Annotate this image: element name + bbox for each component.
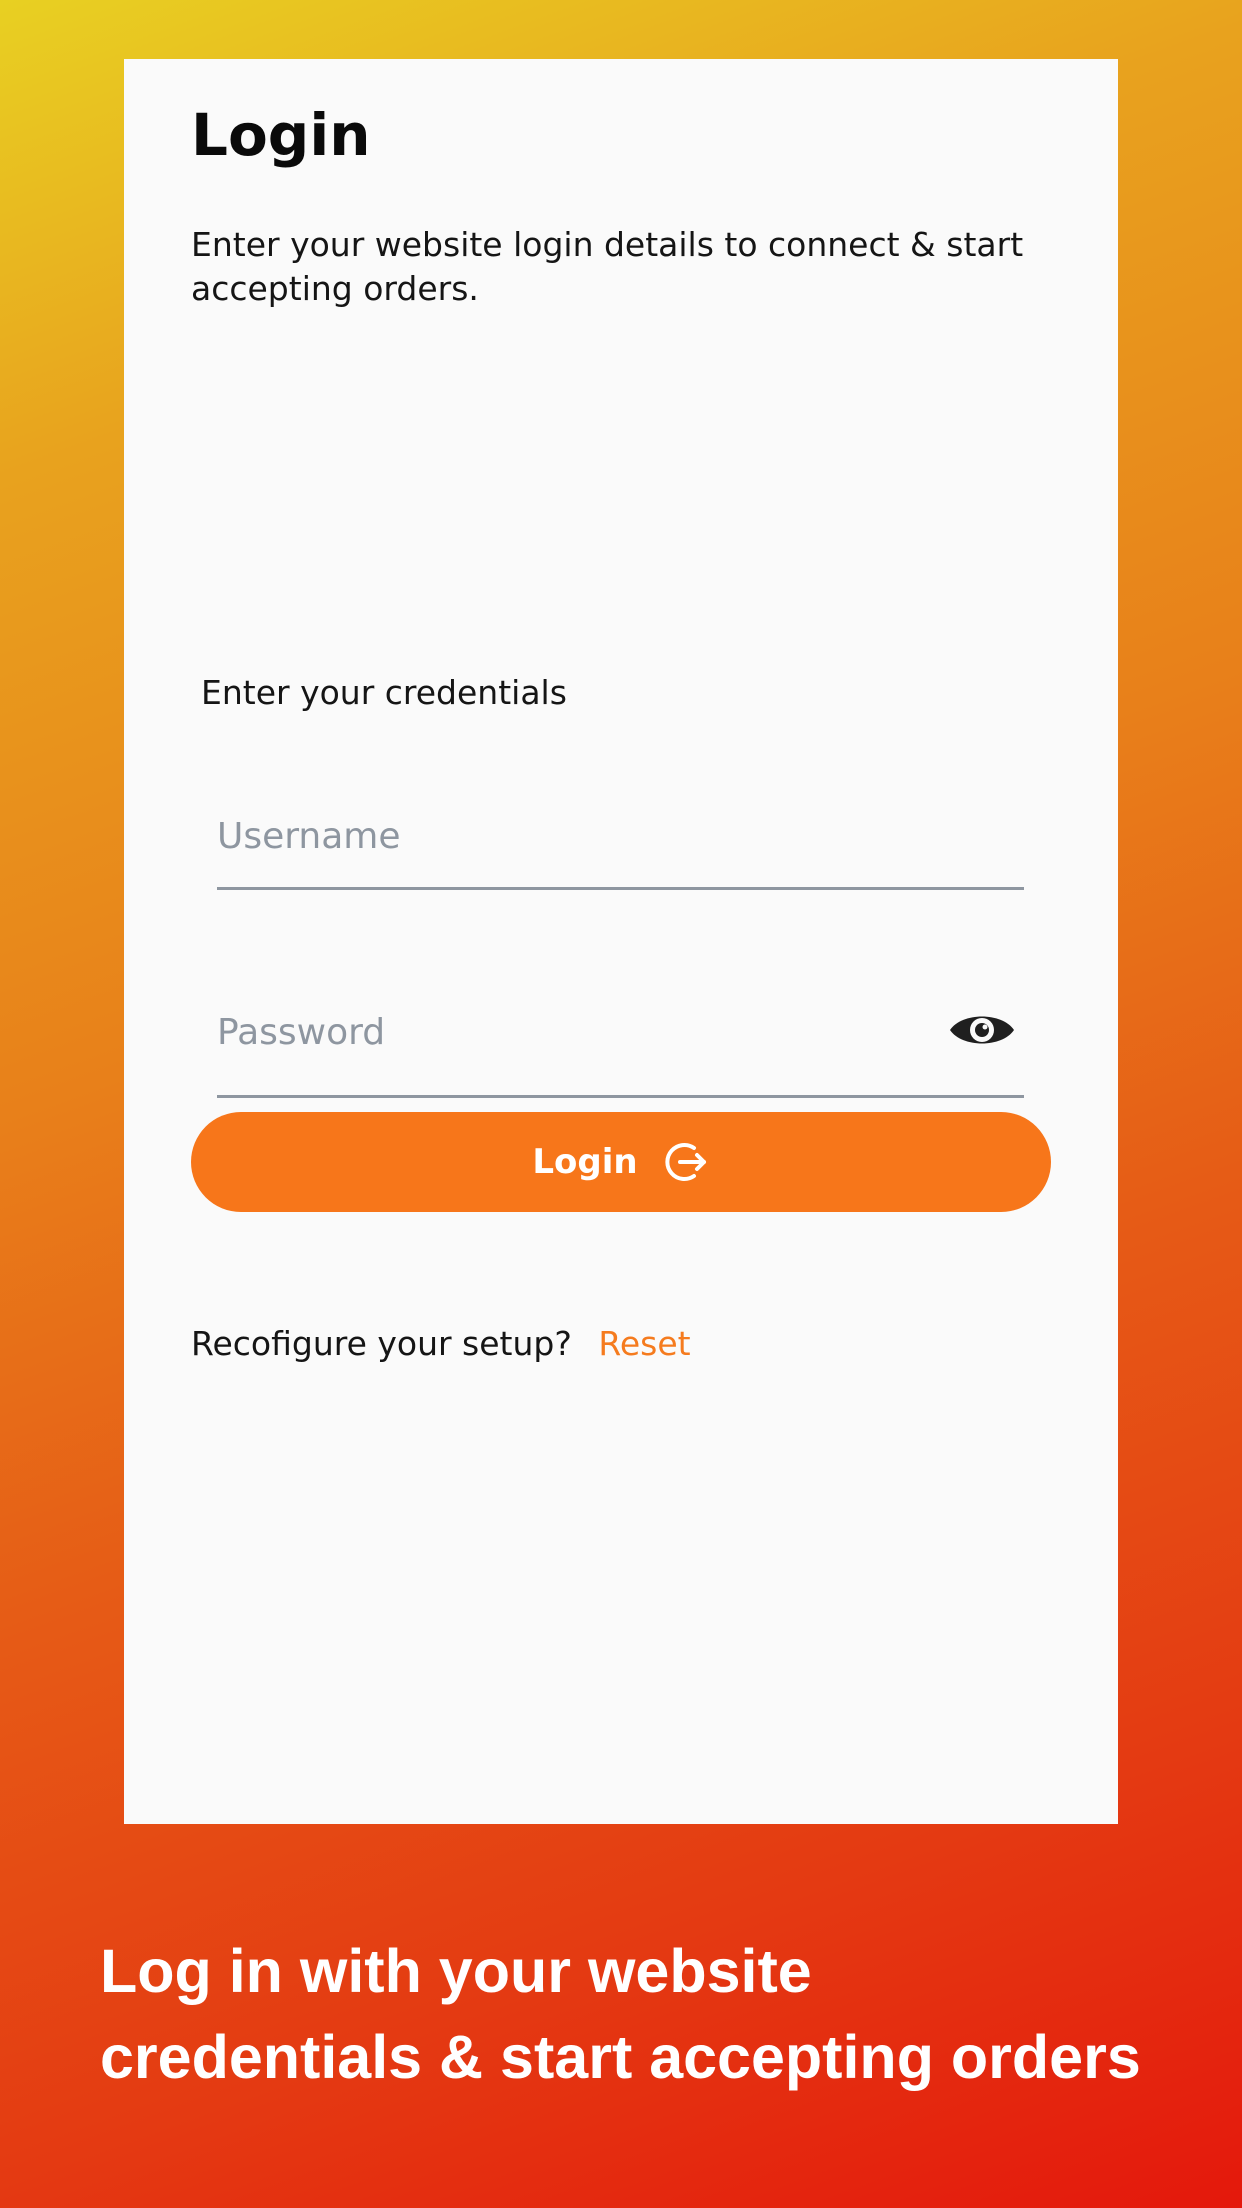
logout-arrow-icon: [664, 1143, 706, 1181]
username-input[interactable]: [217, 816, 917, 857]
login-button-label: Login: [532, 1142, 638, 1182]
password-input[interactable]: [217, 1012, 917, 1053]
caption-line-2: credentials & start accepting orders: [100, 2023, 1141, 2091]
page-subtitle: Enter your website login details to conn…: [191, 225, 1024, 308]
login-button[interactable]: Login: [191, 1112, 1051, 1212]
reset-prompt: Recofigure your setup?: [191, 1324, 572, 1363]
reset-link[interactable]: Reset: [598, 1324, 690, 1363]
page-title: Login: [191, 101, 371, 169]
credentials-label: Enter your credentials: [201, 673, 567, 712]
username-field-container: [217, 727, 1024, 890]
promo-caption: Log in with your website credentials & s…: [100, 1928, 1230, 2100]
login-screen: Login Enter your website login details t…: [124, 59, 1118, 1824]
caption-line-1: Log in with your website: [100, 1937, 812, 2005]
password-field-container: [217, 927, 1024, 1098]
reset-row: Recofigure your setup? Reset: [191, 1324, 691, 1363]
eye-icon[interactable]: [948, 1008, 1016, 1052]
